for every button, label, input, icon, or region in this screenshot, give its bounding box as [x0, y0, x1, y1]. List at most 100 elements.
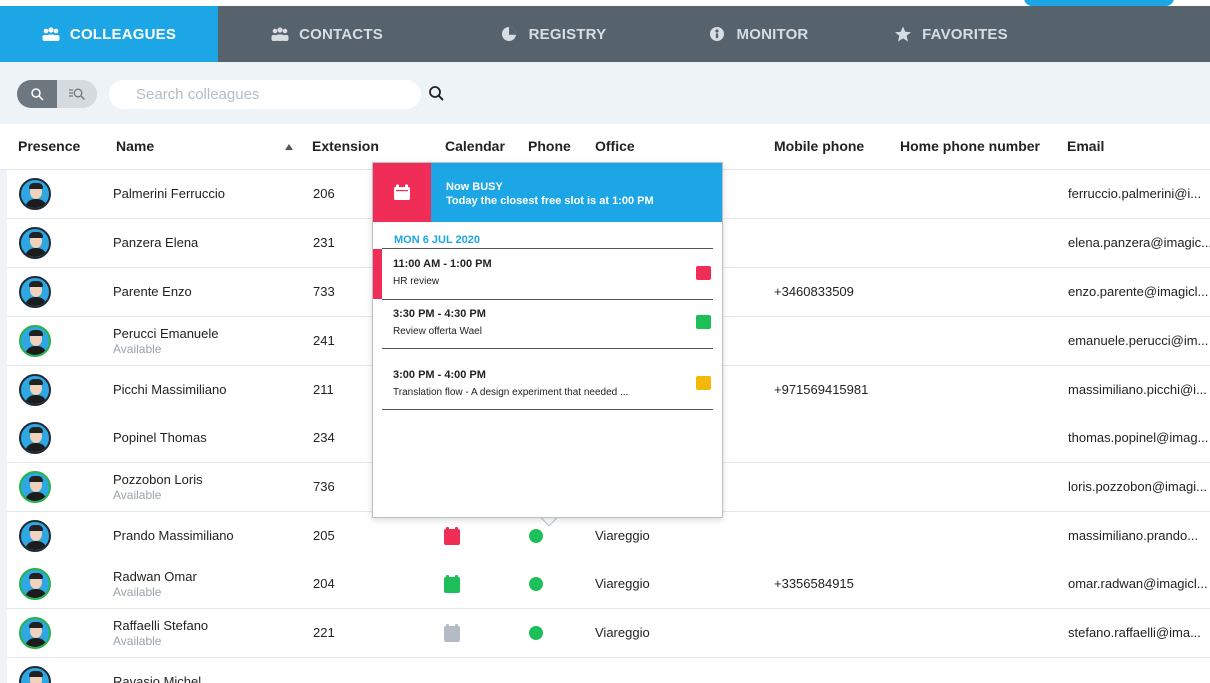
event-time: 3:00 PM - 4:00 PM — [393, 369, 486, 381]
mobile-phone-cell: +3460833509 — [774, 284, 854, 299]
email-cell[interactable]: stefano.raffaelli@ima... — [1068, 625, 1201, 640]
email-cell[interactable]: massimiliano.picchi@i... — [1068, 382, 1207, 397]
email-cell[interactable]: emanuele.perucci@im... — [1068, 333, 1208, 348]
email-cell[interactable]: thomas.popinel@imag... — [1068, 430, 1208, 445]
event-divider — [382, 348, 713, 349]
agenda-date: MON 6 JUL 2020 — [394, 234, 481, 246]
colleague-name: Popinel Thomas — [113, 430, 207, 445]
advanced-search-icon — [69, 88, 85, 100]
col-name[interactable]: Name — [116, 138, 154, 154]
email-cell[interactable]: enzo.parente@imagicl... — [1068, 284, 1208, 299]
calendar-popover: Now BUSY Today the closest free slot is … — [372, 162, 723, 518]
phone-status-dot — [529, 577, 543, 591]
avatar — [19, 374, 51, 406]
col-extension[interactable]: Extension — [312, 138, 379, 154]
calendar-status-icon[interactable] — [444, 527, 460, 545]
event-title: Review offerta Wael — [393, 326, 482, 337]
email-cell[interactable]: loris.pozzobon@imagi... — [1068, 479, 1207, 494]
col-mobile-phone[interactable]: Mobile phone — [774, 138, 864, 154]
calendar-status-icon[interactable] — [444, 624, 460, 642]
email-cell[interactable]: ferruccio.palmerini@i... — [1068, 186, 1201, 201]
extension-cell: 231 — [313, 235, 335, 250]
colleague-name: Parente Enzo — [113, 284, 192, 299]
event-divider — [382, 409, 713, 410]
event-title: HR review — [393, 276, 440, 287]
event-divider — [382, 299, 713, 300]
tab-colleagues[interactable]: COLLEAGUES — [0, 6, 218, 62]
avatar — [19, 520, 51, 552]
tab-label: MONITOR — [736, 25, 809, 43]
col-phone[interactable]: Phone — [528, 138, 571, 154]
name-cell: Panzera Elena — [113, 235, 198, 250]
table-row[interactable]: Ravasio Michel — [7, 658, 1210, 683]
table-row[interactable]: Raffaelli Stefano Available 221 Viareggio st… — [7, 609, 1210, 658]
extension-cell: 206 — [313, 186, 335, 201]
presence-status: Available — [113, 342, 162, 356]
table-row[interactable]: Radwan Omar Available 204 Viareggio +3356584… — [7, 560, 1210, 609]
avatar — [19, 471, 51, 503]
people-icon — [42, 26, 60, 42]
search-submit-icon[interactable] — [428, 85, 446, 103]
star-icon — [894, 26, 912, 42]
name-cell: Palmerini Ferruccio — [113, 186, 225, 201]
avatar — [19, 227, 51, 259]
tab-contacts[interactable]: CONTACTS — [253, 6, 401, 62]
free-slot-text: Today the closest free slot is at 1:00 P… — [446, 195, 654, 207]
colleague-name: Ravasio Michel — [113, 674, 202, 683]
name-cell: Ravasio Michel — [113, 674, 201, 683]
email-cell[interactable]: massimiliano.prando... — [1068, 528, 1198, 543]
colleague-name: Panzera Elena — [113, 235, 199, 250]
extension-cell: 733 — [313, 284, 335, 299]
col-email[interactable]: Email — [1067, 138, 1104, 154]
name-cell: Raffaelli Stefano Available — [113, 618, 208, 648]
colleague-name: Pozzobon Loris — [113, 472, 203, 487]
event-calendar-icon — [696, 266, 711, 280]
presence-status: Available — [113, 585, 162, 599]
search-input[interactable] — [109, 80, 421, 109]
advanced-search-button[interactable] — [57, 80, 97, 108]
monitor-icon — [709, 26, 727, 42]
event-time: 3:30 PM - 4:30 PM — [393, 308, 486, 320]
tab-favorites[interactable]: FAVORITES — [861, 6, 1041, 62]
email-cell[interactable]: omar.radwan@imagicl... — [1068, 576, 1208, 591]
table-row[interactable]: Prando Massimiliano 205 Viareggio massimili… — [7, 512, 1210, 561]
colleague-name: Radwan Omar — [113, 569, 197, 584]
calendar-icon — [394, 184, 410, 200]
colleague-name: Picchi Massimiliano — [113, 382, 227, 397]
busy-indicator — [373, 163, 431, 222]
extension-cell: 204 — [313, 576, 335, 591]
extension-cell: 736 — [313, 479, 335, 494]
name-cell: Pozzobon Loris Available — [113, 472, 203, 502]
tab-label: REGISTRY — [528, 25, 607, 43]
presence-status: Available — [113, 634, 162, 648]
popover-header: Now BUSY Today the closest free slot is … — [373, 163, 722, 222]
mobile-phone-cell: +971569415981 — [774, 382, 869, 397]
avatar — [19, 276, 51, 308]
email-cell[interactable]: elena.panzera@imagic... — [1068, 235, 1210, 250]
tab-monitor[interactable]: MONITOR — [681, 6, 836, 62]
extension-cell: 211 — [313, 382, 334, 397]
simple-search-button[interactable] — [17, 80, 57, 108]
event-time: 11:00 AM - 1:00 PM — [393, 258, 492, 270]
col-presence[interactable]: Presence — [18, 138, 80, 154]
event-calendar-icon — [696, 376, 711, 390]
tab-registry[interactable]: REGISTRY — [461, 6, 646, 62]
name-cell: Radwan Omar Available — [113, 569, 197, 599]
col-home-phone[interactable]: Home phone number — [900, 138, 1040, 154]
office-cell: Viareggio — [595, 625, 650, 640]
date-divider — [382, 248, 713, 249]
busy-status: Now BUSY Today the closest free slot is … — [446, 180, 654, 208]
calendar-status-icon[interactable] — [444, 575, 460, 593]
event-calendar-icon — [696, 315, 711, 329]
col-calendar[interactable]: Calendar — [445, 138, 505, 154]
busy-title: Now BUSY — [446, 181, 503, 193]
avatar — [19, 422, 51, 454]
presence-status: Available — [113, 488, 162, 502]
col-office[interactable]: Office — [595, 138, 635, 154]
name-cell: Perucci Emanuele Available — [113, 326, 219, 356]
name-cell: Popinel Thomas — [113, 430, 207, 445]
phone-status-dot — [529, 626, 543, 640]
avatar — [19, 617, 51, 649]
sort-ascending-icon — [285, 144, 293, 150]
search-mode-toggle[interactable] — [17, 80, 97, 108]
